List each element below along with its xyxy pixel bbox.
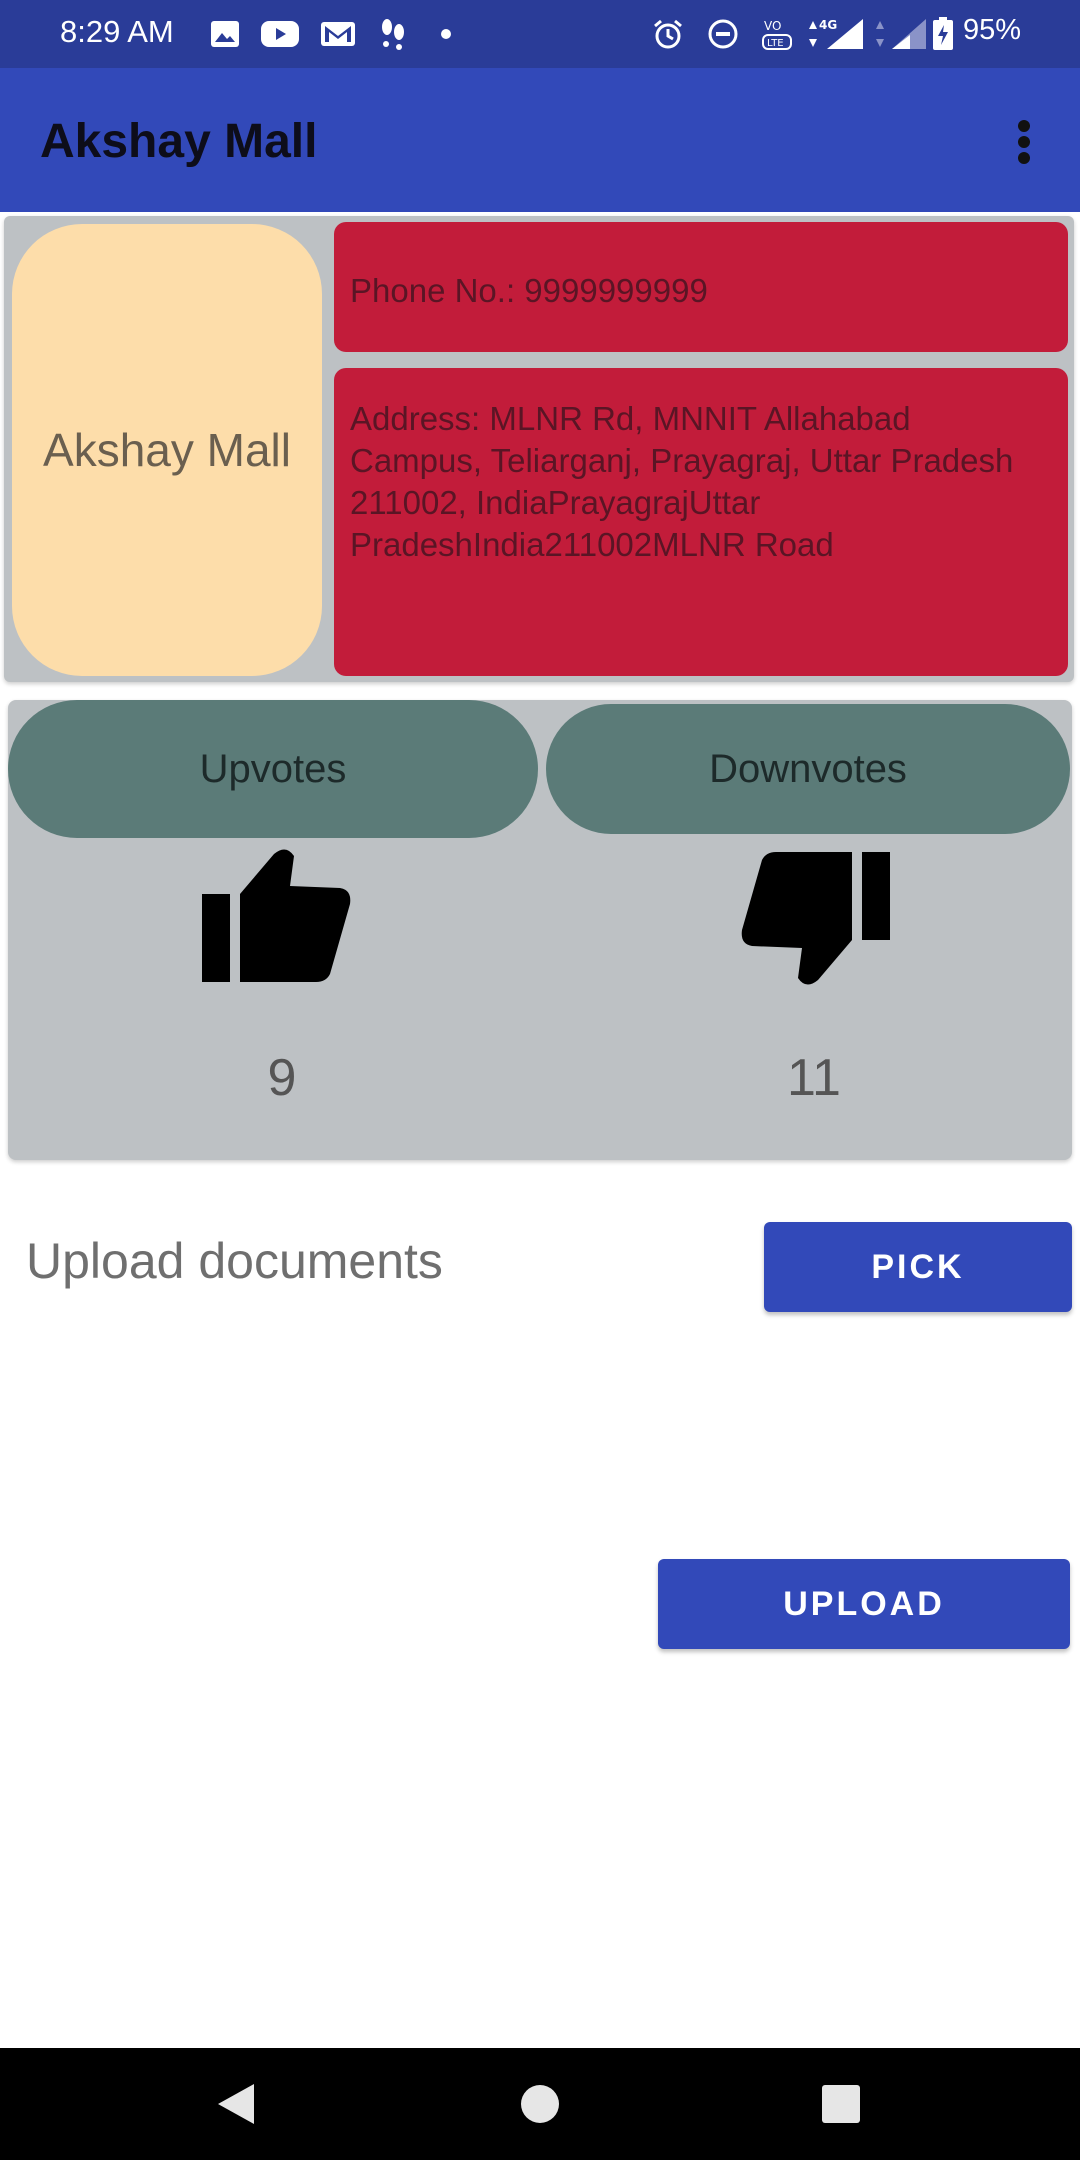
gmail-icon (320, 18, 356, 50)
footsteps-icon (378, 18, 408, 50)
signal-icon (872, 18, 928, 50)
upload-documents-label: Upload documents (26, 1233, 443, 1289)
upvote-count: 9 (267, 1049, 297, 1107)
upvotes-button[interactable]: Upvotes (8, 700, 538, 838)
votes-card: Upvotes Downvotes 9 11 (8, 700, 1072, 1160)
nav-bar (0, 2048, 1080, 2160)
mall-name: Akshay Mall (43, 424, 291, 476)
home-icon[interactable] (521, 2085, 559, 2123)
back-icon[interactable] (216, 2082, 256, 2126)
status-time: 8:29 AM (60, 14, 174, 49)
svg-text:LTE: LTE (767, 38, 784, 49)
downvote-count: 11 (787, 1049, 841, 1107)
more-vert-icon[interactable] (1000, 108, 1048, 176)
address-box: Address: MLNR Rd, MNNIT Allahabad Campus… (334, 368, 1068, 676)
app-bar: Akshay Mall (0, 68, 1080, 212)
dnd-icon (707, 18, 739, 50)
app-title: Akshay Mall (40, 115, 318, 168)
network-label: 4G (819, 18, 837, 32)
upload-button[interactable]: UPLOAD (658, 1559, 1070, 1649)
recents-icon[interactable] (822, 2085, 860, 2123)
phone-box: Phone No.: 9999999999 (334, 222, 1068, 352)
dot-icon (440, 18, 452, 50)
thumb-down-icon[interactable] (730, 850, 892, 988)
battery-percent: 95% (963, 14, 1022, 46)
battery-charging-icon (932, 17, 954, 50)
mall-info-card: Akshay Mall Phone No.: 9999999999 Addres… (4, 216, 1074, 682)
image-icon (210, 18, 240, 50)
pick-button[interactable]: PICK (764, 1222, 1072, 1312)
alarm-icon (652, 18, 684, 50)
svg-text:VO: VO (764, 19, 781, 33)
downvotes-button[interactable]: Downvotes (546, 704, 1070, 834)
thumb-up-icon[interactable] (200, 846, 362, 984)
status-bar: 8:29 AM VO LTE 4G 95% (0, 0, 1080, 68)
youtube-icon (260, 18, 300, 50)
address-text: Address: MLNR Rd, MNNIT Allahabad Campus… (350, 400, 1014, 563)
mall-name-pill: Akshay Mall (12, 224, 322, 676)
signal-4g-icon: 4G (805, 18, 865, 50)
volte-icon: VO LTE (760, 18, 794, 50)
phone-text: Phone No.: 9999999999 (350, 272, 708, 309)
